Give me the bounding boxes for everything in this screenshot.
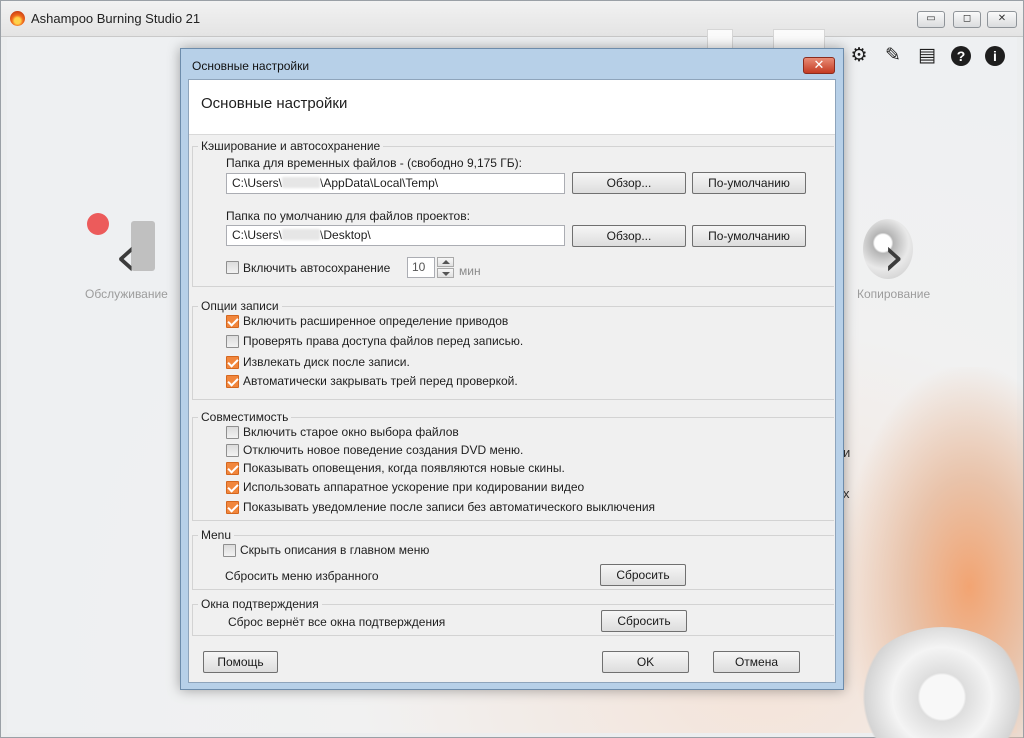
project-browse-button[interactable]: Обзор... xyxy=(572,225,686,247)
stepper-up-icon[interactable] xyxy=(437,257,454,267)
compatibility-legend: Совместимость xyxy=(201,410,289,424)
dialog-client: Основные настройки Кэширование и автосох… xyxy=(188,79,836,683)
background-text-fragment: и xyxy=(843,445,851,460)
dialog-titlebar: Основные настройки ✕ xyxy=(181,49,843,79)
help-button[interactable]: Помощь xyxy=(203,651,278,673)
reset-favorites-button[interactable]: Сбросить xyxy=(600,564,686,586)
cancel-button[interactable]: Отмена xyxy=(713,651,800,673)
caching-legend: Кэширование и автосохранение xyxy=(201,139,381,153)
temp-folder-input[interactable]: C:\Users\ \AppData\Local\Temp\ xyxy=(226,173,565,194)
dialog-header: Основные настройки xyxy=(189,80,835,135)
autosave-interval-input[interactable]: 10 xyxy=(407,257,435,278)
toolbar-strip-right xyxy=(773,29,825,49)
reset-confirm-label: Сброс вернёт все окна подтверждения xyxy=(228,615,446,629)
settings-dialog: Основные настройки ✕ Основные настройки … xyxy=(180,48,844,690)
burn-option-checkbox[interactable] xyxy=(226,375,239,388)
burn-option-label: Извлекать диск после записи. xyxy=(243,355,410,369)
app-titlebar: Ashampoo Burning Studio 21 ▭ ◻ ✕ xyxy=(1,1,1023,37)
compat-option-checkbox[interactable] xyxy=(226,462,239,475)
autosave-stepper[interactable] xyxy=(437,257,454,278)
compat-option-checkbox[interactable] xyxy=(226,481,239,494)
compat-option-checkbox[interactable] xyxy=(226,426,239,439)
nav-right-icon[interactable]: › xyxy=(883,229,905,285)
brush-icon[interactable]: ✎ xyxy=(881,44,905,68)
compat-option-label: Отключить новое поведение создания DVD м… xyxy=(243,443,524,457)
burn-option-label: Включить расширенное определение приводо… xyxy=(243,314,509,328)
info-icon[interactable]: i xyxy=(985,46,1005,66)
dialog-close-button[interactable]: ✕ xyxy=(803,57,835,74)
compat-option-label: Использовать аппаратное ускорение при ко… xyxy=(243,480,585,494)
burn-options-legend: Опции записи xyxy=(201,299,279,313)
flame-logo-icon xyxy=(10,11,25,26)
project-folder-input[interactable]: C:\Users\ \Desktop\ xyxy=(226,225,565,246)
app-close-button[interactable]: ✕ xyxy=(987,11,1017,28)
compat-option-checkbox[interactable] xyxy=(226,501,239,514)
minimize-button[interactable]: ▭ xyxy=(917,11,945,28)
notification-dot xyxy=(87,213,109,235)
toolbar-strip-left xyxy=(707,29,733,49)
compat-option-label: Показывать оповещения, когда появляются … xyxy=(243,461,565,475)
left-tile-label: Обслуживание xyxy=(85,287,168,301)
ok-button[interactable]: OK xyxy=(602,651,689,673)
help-icon[interactable]: ? xyxy=(951,46,971,66)
redacted-username xyxy=(282,229,321,240)
right-tile-label: Копирование xyxy=(857,287,931,301)
burn-option-label: Проверять права доступа файлов перед зап… xyxy=(243,334,524,348)
project-default-button[interactable]: По-умолчанию xyxy=(692,225,806,247)
gear-icon[interactable]: ⚙ xyxy=(847,44,871,68)
confirm-legend: Окна подтверждения xyxy=(201,597,319,611)
menu-legend: Menu xyxy=(201,528,232,542)
burn-option-checkbox[interactable] xyxy=(226,335,239,348)
chat-icon[interactable]: ▤ xyxy=(915,44,939,68)
compat-option-label: Включить старое окно выбора файлов xyxy=(243,425,459,439)
hide-descriptions-label: Скрыть описания в главном меню xyxy=(240,543,430,557)
maximize-button[interactable]: ◻ xyxy=(953,11,981,28)
redacted-username xyxy=(282,177,321,188)
project-folder-label: Папка по умолчанию для файлов проектов: xyxy=(226,209,470,223)
autosave-label: Включить автосохранение xyxy=(243,261,391,275)
autosave-checkbox[interactable] xyxy=(226,261,239,274)
page-title: Основные настройки xyxy=(201,95,348,112)
stepper-down-icon[interactable] xyxy=(437,268,454,278)
burn-option-checkbox[interactable] xyxy=(226,315,239,328)
temp-default-button[interactable]: По-умолчанию xyxy=(692,172,806,194)
reset-confirm-button[interactable]: Сбросить xyxy=(601,610,687,632)
burn-option-checkbox[interactable] xyxy=(226,356,239,369)
temp-browse-button[interactable]: Обзор... xyxy=(572,172,686,194)
autosave-unit: мин xyxy=(459,264,481,278)
temp-folder-label: Папка для временных файлов - (свободно 9… xyxy=(226,156,523,170)
compat-option-label: Показывать уведомление после записи без … xyxy=(243,500,656,514)
nav-left-icon[interactable]: ‹ xyxy=(115,229,137,285)
burn-option-label: Автоматически закрывать трей перед прове… xyxy=(243,374,518,388)
app-title: Ashampoo Burning Studio 21 xyxy=(31,11,201,26)
compat-option-checkbox[interactable] xyxy=(226,444,239,457)
hide-descriptions-checkbox[interactable] xyxy=(223,544,236,557)
reset-favorites-label: Сбросить меню избранного xyxy=(225,569,379,583)
dialog-title: Основные настройки xyxy=(192,59,310,73)
